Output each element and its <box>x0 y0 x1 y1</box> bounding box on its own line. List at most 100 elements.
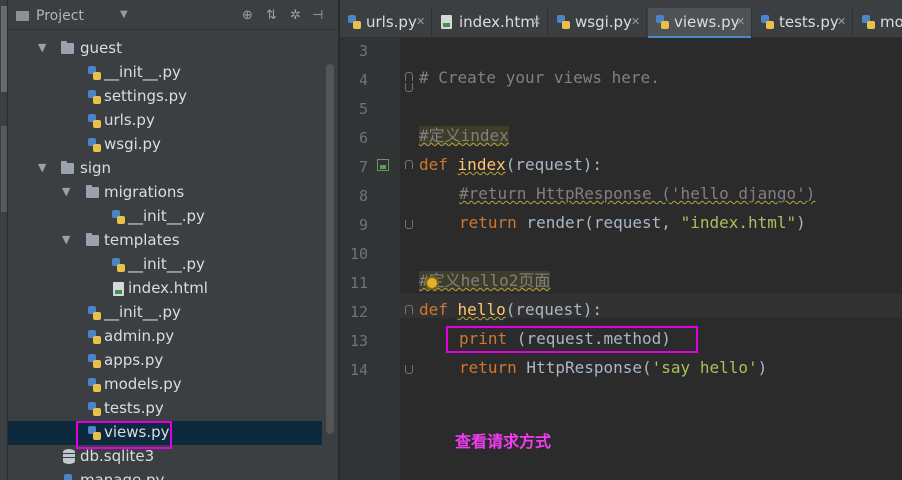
close-icon[interactable]: ✕ <box>416 15 425 28</box>
python-file-icon <box>88 354 101 368</box>
database-icon <box>63 449 75 464</box>
fold-marker-icon[interactable] <box>405 365 413 374</box>
code-editor[interactable] <box>400 38 902 480</box>
tree-item-label: __init__.py <box>128 255 205 273</box>
tab-label: views.py <box>674 13 740 31</box>
folder-icon <box>16 11 29 21</box>
html-file-icon <box>441 15 452 29</box>
python-file-icon <box>88 138 101 152</box>
tree-item-file[interactable]: manage.py <box>8 469 322 480</box>
collapse-icon[interactable]: ⇅ <box>266 9 277 23</box>
tree-item-label: admin.py <box>104 327 175 345</box>
left-tool-stripe <box>0 0 8 480</box>
hide-panel-icon[interactable]: ⊣ <box>312 9 323 23</box>
tree-item-file[interactable]: __init__.py <box>8 61 322 85</box>
project-tool-button[interactable] <box>1 6 7 92</box>
tree-item-file[interactable]: models.py <box>8 373 322 397</box>
tree-item-file[interactable]: apps.py <box>8 349 322 373</box>
code-text: HttpResponse( <box>516 358 652 377</box>
python-file-icon <box>557 15 570 29</box>
project-panel-header: Project ▼ ⊕ ⇅ ✲ ⊣ <box>8 3 338 30</box>
python-file-icon <box>88 402 101 416</box>
editor-gutter: 3 4 5 6 7 8 9 10 11 12 13 14 <box>340 38 400 480</box>
gear-icon[interactable]: ✲ <box>290 9 301 23</box>
tree-item-file[interactable]: urls.py <box>8 109 322 133</box>
tree-item-file[interactable]: index.html <box>8 277 322 301</box>
fold-marker-icon[interactable] <box>405 305 413 314</box>
python-file-icon <box>348 15 361 29</box>
python-file-icon <box>88 378 101 392</box>
close-icon[interactable]: ✕ <box>736 15 745 28</box>
chevron-down-icon[interactable]: ▼ <box>120 9 128 20</box>
tab-views[interactable]: views.py ✕ <box>648 8 752 39</box>
print-highlight-box <box>446 326 698 353</box>
tree-item-file[interactable]: settings.py <box>8 85 322 109</box>
tree-item-label: guest <box>80 39 122 57</box>
line-number: 11 <box>349 274 368 292</box>
project-panel-title[interactable]: Project <box>36 8 84 24</box>
python-file-icon <box>64 474 77 480</box>
code-text: (request): <box>505 155 603 174</box>
fold-marker-icon[interactable] <box>405 83 413 92</box>
python-file-icon <box>88 306 101 320</box>
python-file-icon <box>88 114 101 128</box>
folder-icon <box>61 41 74 54</box>
line-number: 9 <box>358 216 368 234</box>
tab-tests[interactable]: tests.py ✕ <box>753 8 853 38</box>
close-icon[interactable]: ✕ <box>631 15 640 28</box>
chevron-down-icon[interactable]: ▼ <box>62 185 70 198</box>
tree-item-file[interactable]: admin.py <box>8 325 322 349</box>
line-number: 6 <box>358 129 368 147</box>
project-scrollbar[interactable] <box>326 64 334 434</box>
fold-marker-icon[interactable] <box>405 220 413 229</box>
tree-item-guest[interactable]: ▼ guest <box>8 37 322 61</box>
project-panel: Project ▼ ⊕ ⇅ ✲ ⊣ ▼ guest __init__.py se… <box>8 0 338 480</box>
html-file-icon <box>113 282 124 296</box>
views-highlight-box <box>76 421 172 449</box>
tree-item-file[interactable]: __init__.py <box>8 253 322 277</box>
tree-item-file[interactable]: wsgi.py <box>8 133 322 157</box>
close-icon[interactable]: ✕ <box>532 15 541 28</box>
line-number: 14 <box>349 361 368 379</box>
tree-item-label: migrations <box>104 183 185 201</box>
tab-index-html[interactable]: index.html ✕ <box>433 8 548 38</box>
tab-label: mo <box>880 13 902 31</box>
annotation-text: 查看请求方式 <box>455 432 552 451</box>
chevron-down-icon[interactable]: ▼ <box>38 41 46 54</box>
tab-models-partial[interactable]: mo <box>854 8 902 38</box>
code-function-name: index <box>457 155 506 174</box>
line-number: 3 <box>358 42 368 60</box>
python-file-icon <box>862 15 875 29</box>
code-keyword: def <box>419 300 448 319</box>
tree-item-templates[interactable]: ▼ templates <box>8 229 322 253</box>
python-file-icon <box>112 258 125 272</box>
fold-marker-icon[interactable] <box>405 160 413 169</box>
tree-item-file[interactable]: tests.py <box>8 397 322 421</box>
code-string: 'say hello' <box>651 358 758 377</box>
tree-item-label: manage.py <box>80 471 165 480</box>
code-text: render(request, <box>516 213 681 232</box>
lightbulb-icon[interactable] <box>427 278 437 288</box>
chevron-down-icon[interactable]: ▼ <box>38 161 46 174</box>
code-comment: # Create your views here. <box>419 68 660 87</box>
tree-item-file[interactable]: __init__.py <box>8 205 322 229</box>
close-icon[interactable]: ✕ <box>837 15 846 28</box>
target-icon[interactable]: ⊕ <box>242 9 253 23</box>
code-keyword: def <box>419 155 448 174</box>
run-gutter-icon[interactable] <box>377 159 389 171</box>
folder-icon <box>86 233 99 246</box>
tree-item-file[interactable]: __init__.py <box>8 301 322 325</box>
tree-item-label: templates <box>104 231 180 249</box>
editor-tab-bar: urls.py ✕ index.html ✕ wsgi.py ✕ views.p… <box>340 0 902 39</box>
chevron-down-icon[interactable]: ▼ <box>62 233 70 246</box>
code-line-8: #return HttpResponse ('hello django') <box>459 184 815 204</box>
tree-item-sign[interactable]: ▼ sign <box>8 157 322 181</box>
tab-label: wsgi.py <box>575 13 632 31</box>
fold-marker-icon[interactable] <box>405 72 413 81</box>
structure-tool-button[interactable] <box>1 126 7 212</box>
tab-wsgi[interactable]: wsgi.py ✕ <box>549 8 647 38</box>
tab-urls[interactable]: urls.py ✕ <box>340 8 432 38</box>
tree-item-migrations[interactable]: ▼ migrations <box>8 181 322 205</box>
code-line-11: #定义hello2页面 <box>419 271 551 291</box>
tree-item-label: apps.py <box>104 351 164 369</box>
